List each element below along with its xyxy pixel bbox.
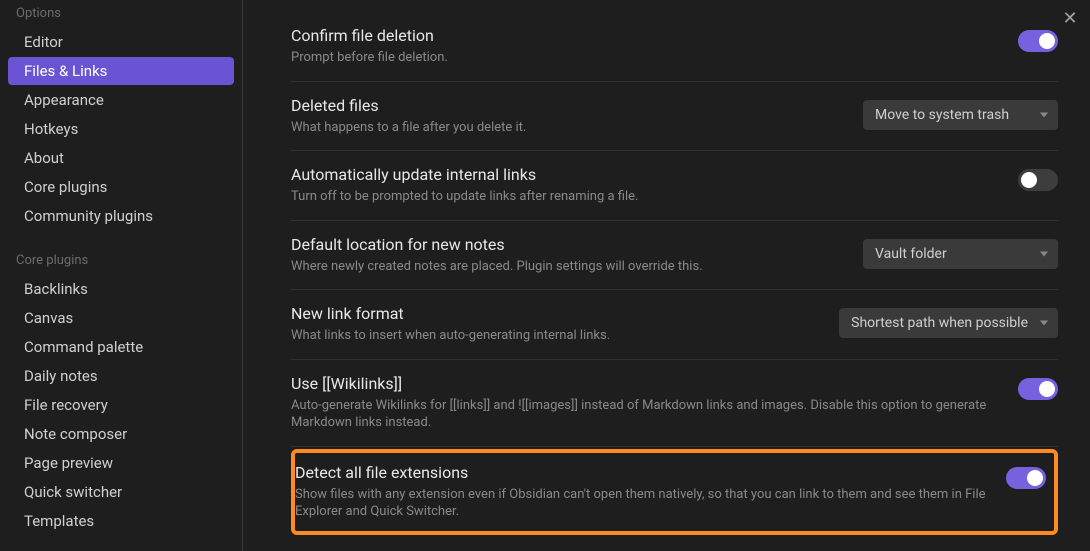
- setting-description: What happens to a file after you delete …: [291, 119, 843, 137]
- setting-text: Automatically update internal links Turn …: [291, 165, 998, 206]
- setting-description: Where newly created notes are placed. Pl…: [291, 258, 843, 276]
- chevron-down-icon: [1040, 251, 1048, 256]
- setting-title: Default location for new notes: [291, 235, 843, 254]
- setting-row: Use [[Wikilinks]] Auto-generate Wikilinks…: [291, 360, 1058, 447]
- setting-text: Confirm file deletion Prompt before file …: [291, 26, 998, 67]
- sidebar-item[interactable]: Appearance: [8, 86, 234, 114]
- dropdown-value: Move to system trash: [875, 107, 1009, 123]
- setting-title: Use [[Wikilinks]]: [291, 374, 998, 393]
- setting-control: Vault folder: [863, 235, 1058, 269]
- sidebar-item[interactable]: File recovery: [8, 391, 234, 419]
- setting-title: Deleted files: [291, 96, 843, 115]
- sidebar-item[interactable]: Command palette: [8, 333, 234, 361]
- setting-title: New link format: [291, 304, 819, 323]
- setting-title: Automatically update internal links: [291, 165, 998, 184]
- sidebar-section-header: Options: [0, 6, 242, 27]
- dropdown-value: Shortest path when possible: [851, 315, 1028, 331]
- sidebar-item[interactable]: Editor: [8, 28, 234, 56]
- setting-description: Show files with any extension even if Ob…: [295, 486, 986, 521]
- toggle-switch[interactable]: [1006, 467, 1046, 489]
- sidebar-item[interactable]: Hotkeys: [8, 115, 234, 143]
- setting-description: Prompt before file deletion.: [291, 49, 998, 67]
- setting-control: [1006, 463, 1046, 489]
- sidebar-item[interactable]: About: [8, 144, 234, 172]
- chevron-down-icon: [1040, 321, 1048, 326]
- setting-description: Auto-generate Wikilinks for [[links]] an…: [291, 397, 998, 432]
- setting-text: Deleted files What happens to a file afte…: [291, 96, 843, 137]
- setting-row: Detect all file extensions Show files wit…: [295, 463, 1046, 521]
- setting-control: [1018, 374, 1058, 400]
- close-button[interactable]: ✕: [1058, 6, 1082, 30]
- sidebar-item[interactable]: Backlinks: [8, 275, 234, 303]
- sidebar-item[interactable]: Note composer: [8, 420, 234, 448]
- sidebar-item[interactable]: Core plugins: [8, 173, 234, 201]
- setting-row: Automatically update internal links Turn …: [291, 151, 1058, 221]
- setting-row: Default location for new attachmentsWher…: [291, 537, 1058, 551]
- setting-control: [1018, 26, 1058, 52]
- settings-modal: ✕ OptionsEditorFiles & LinksAppearanceHo…: [0, 0, 1090, 551]
- sidebar-item[interactable]: Community plugins: [8, 202, 234, 230]
- setting-row: Deleted files What happens to a file afte…: [291, 82, 1058, 152]
- settings-sidebar: OptionsEditorFiles & LinksAppearanceHotk…: [0, 0, 243, 551]
- setting-text: New link format What links to insert when…: [291, 304, 819, 345]
- setting-title: Detect all file extensions: [295, 463, 986, 482]
- sidebar-section-header: Core plugins: [0, 231, 242, 274]
- setting-text: Use [[Wikilinks]] Auto-generate Wikilinks…: [291, 374, 998, 432]
- chevron-down-icon: [1040, 112, 1048, 117]
- setting-description: Turn off to be prompted to update links …: [291, 188, 998, 206]
- setting-text: Detect all file extensions Show files wit…: [295, 463, 986, 521]
- setting-control: [1018, 165, 1058, 191]
- dropdown-select[interactable]: Move to system trash: [863, 100, 1058, 130]
- dropdown-select[interactable]: Vault folder: [863, 239, 1058, 269]
- toggle-knob: [1021, 172, 1037, 188]
- setting-text: Default location for new notes Where newl…: [291, 235, 843, 276]
- toggle-switch[interactable]: [1018, 169, 1058, 191]
- toggle-knob: [1039, 381, 1055, 397]
- sidebar-item[interactable]: Canvas: [8, 304, 234, 332]
- sidebar-item[interactable]: Daily notes: [8, 362, 234, 390]
- highlighted-setting: Detect all file extensions Show files wit…: [291, 449, 1058, 535]
- sidebar-item[interactable]: Files & Links: [8, 57, 234, 85]
- sidebar-item[interactable]: Page preview: [8, 449, 234, 477]
- toggle-knob: [1039, 33, 1055, 49]
- setting-row: Default location for new notes Where newl…: [291, 221, 1058, 291]
- dropdown-value: Vault folder: [875, 246, 947, 262]
- setting-control: Move to system trash: [863, 96, 1058, 130]
- setting-row: New link format What links to insert when…: [291, 290, 1058, 360]
- sidebar-item[interactable]: Templates: [8, 507, 234, 535]
- setting-title: Confirm file deletion: [291, 26, 998, 45]
- setting-description: What links to insert when auto-generatin…: [291, 327, 819, 345]
- sidebar-item[interactable]: Quick switcher: [8, 478, 234, 506]
- setting-control: Shortest path when possible: [839, 304, 1058, 338]
- toggle-switch[interactable]: [1018, 378, 1058, 400]
- dropdown-select[interactable]: Shortest path when possible: [839, 308, 1058, 338]
- settings-content: Confirm file deletion Prompt before file …: [243, 0, 1090, 551]
- setting-row: Confirm file deletion Prompt before file …: [291, 12, 1058, 82]
- close-icon: ✕: [1062, 8, 1077, 29]
- toggle-switch[interactable]: [1018, 30, 1058, 52]
- toggle-knob: [1027, 470, 1043, 486]
